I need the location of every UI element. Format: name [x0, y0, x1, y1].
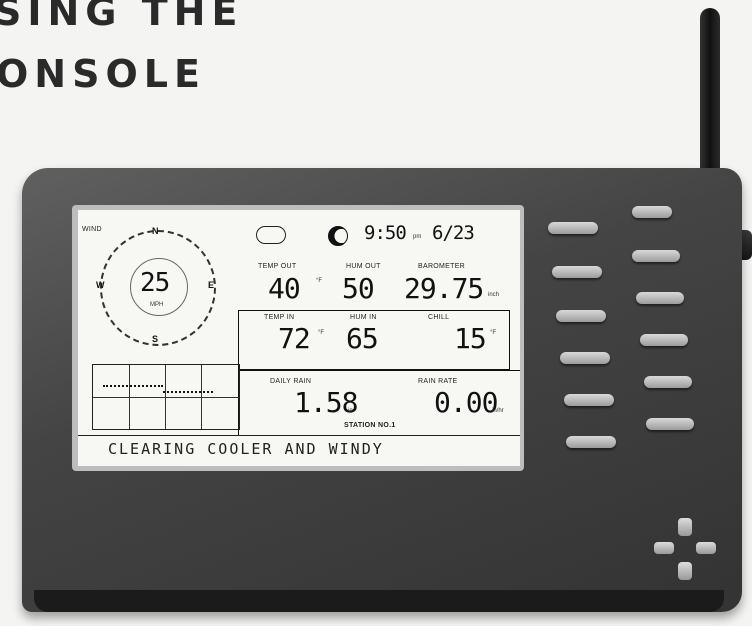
partly-cloudy-icon — [256, 226, 286, 244]
console-button-1[interactable] — [548, 222, 598, 234]
heading-line-2: ONSOLE — [0, 52, 206, 96]
moon-phase-icon — [328, 226, 348, 246]
temp-out-unit: °F — [316, 278, 323, 284]
console-button-7[interactable] — [560, 352, 610, 364]
history-graph — [92, 364, 240, 430]
graph-gridline — [201, 365, 202, 429]
console-button-10[interactable] — [644, 376, 692, 388]
console-button-2[interactable] — [632, 206, 672, 218]
console-button-12[interactable] — [646, 418, 694, 430]
console-button-4[interactable] — [632, 250, 680, 262]
wind-unit: MPH — [150, 302, 164, 308]
chill-label: CHILL — [428, 314, 450, 321]
graph-gridline — [93, 397, 239, 398]
temp-out-value: 40 — [268, 272, 301, 305]
barometer-unit: inch — [488, 292, 500, 298]
hum-in-value: 65 — [346, 322, 379, 355]
console-button-6[interactable] — [636, 292, 684, 304]
station-label: STATION NO.1 — [344, 422, 396, 429]
console-button-8[interactable] — [640, 334, 688, 346]
hum-out-label: HUM OUT — [346, 263, 381, 270]
rain-rate-label: RAIN RATE — [418, 378, 458, 385]
heading-line-1: SING THE — [0, 0, 244, 34]
chill-value: 15 — [454, 322, 487, 355]
hum-out-value: 50 — [342, 272, 375, 305]
temp-in-value: 72 — [278, 322, 311, 355]
time-display: 9:50 — [364, 222, 407, 244]
arrow-up-button[interactable] — [678, 518, 692, 536]
console-button-3[interactable] — [552, 266, 602, 278]
graph-trace — [103, 385, 163, 387]
console-button-11[interactable] — [566, 436, 616, 448]
compass-north: N — [152, 226, 159, 236]
console-button-9[interactable] — [564, 394, 614, 406]
temp-out-label: TEMP OUT — [258, 263, 297, 270]
forecast-ticker: CLEARING COOLER AND WINDY — [108, 440, 384, 458]
hum-in-label: HUM IN — [350, 314, 377, 321]
temp-in-unit: °F — [318, 330, 325, 336]
status-divider — [78, 435, 520, 436]
wind-label: WIND — [82, 226, 102, 233]
wind-speed: 25 — [140, 268, 170, 298]
arrow-left-button[interactable] — [654, 542, 674, 554]
daily-rain-value: 1.58 — [294, 386, 358, 419]
lcd-screen: WIND N E S W 25 MPH 9:50 pm 6/23 TEMP OU… — [78, 210, 520, 466]
compass-east: E — [208, 280, 215, 290]
graph-gridline — [129, 365, 130, 429]
barometer-label: BAROMETER — [418, 263, 466, 270]
compass-south: S — [152, 334, 159, 344]
graph-trace — [163, 391, 213, 393]
chill-unit: °F — [490, 330, 497, 336]
console-button-5[interactable] — [556, 310, 606, 322]
rain-rate-value: 0.00 — [434, 386, 498, 419]
graph-gridline — [165, 365, 166, 429]
temp-in-label: TEMP IN — [264, 314, 295, 321]
arrow-down-button[interactable] — [678, 562, 692, 580]
console-base — [34, 590, 724, 612]
barometer-value: 29.75 — [404, 272, 484, 305]
arrow-right-button[interactable] — [696, 542, 716, 554]
daily-rain-label: DAILY RAIN — [270, 378, 312, 385]
rain-rate-unit: in/hr — [492, 408, 504, 414]
compass-west: W — [96, 280, 105, 290]
date-display: 6/23 — [432, 222, 475, 244]
daily-rain-unit: in — [348, 408, 353, 414]
time-ampm: pm — [413, 234, 422, 240]
